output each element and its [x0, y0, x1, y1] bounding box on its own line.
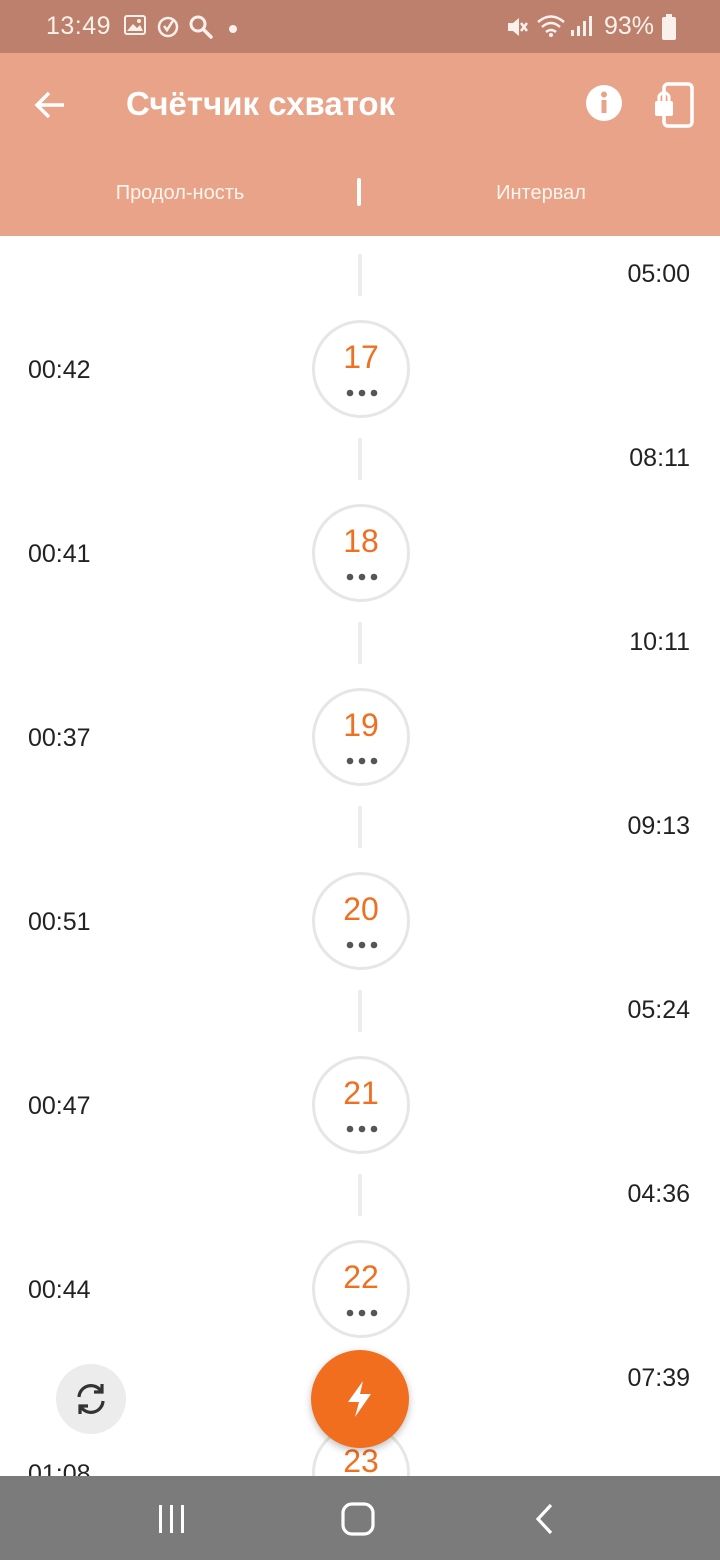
duration-value: 00:37: [28, 724, 91, 752]
recent-apps-button[interactable]: [112, 1476, 232, 1560]
arrow-left-icon: [28, 91, 72, 131]
interval-column-header: Интервал: [496, 182, 586, 204]
page-title: Счётчик схваток: [126, 85, 396, 122]
timeline-segment: [358, 254, 362, 296]
timeline-segment: [358, 438, 362, 480]
battery-percent: 93%: [604, 12, 655, 40]
battery-icon: [662, 14, 676, 45]
duration-value: 00:42: [28, 356, 91, 384]
sync-app-icon: [156, 14, 180, 43]
phone-lock-icon: [652, 82, 696, 134]
image-icon: [124, 15, 146, 40]
screen-lock-button[interactable]: [652, 80, 696, 130]
interval-value: 04:36: [627, 1180, 690, 1208]
system-nav-bar: [0, 1476, 720, 1560]
duration-value: 00:51: [28, 908, 91, 936]
more-dots-icon: [346, 384, 378, 397]
contraction-number: 17: [343, 339, 379, 375]
contraction-bubble[interactable]: 22: [312, 1240, 410, 1338]
info-icon: [584, 85, 624, 127]
home-button[interactable]: [298, 1476, 418, 1560]
timeline-segment: [358, 1174, 362, 1216]
contraction-list[interactable]: 05:00 00:42 17 08:11 00:41 18 10:11 00:3…: [0, 236, 720, 1476]
more-dots-icon: [346, 568, 378, 581]
column-divider: [357, 178, 361, 206]
more-dots-icon: [346, 1304, 378, 1317]
duration-column-header: Продол-ность: [115, 182, 245, 204]
timeline-segment: [358, 806, 362, 848]
timeline-segment: [358, 990, 362, 1032]
dot-icon: [228, 21, 238, 39]
contraction-bubble[interactable]: 20: [312, 872, 410, 970]
refresh-button[interactable]: [56, 1364, 126, 1434]
info-button[interactable]: [584, 83, 624, 123]
timeline-segment: [358, 622, 362, 664]
interval-value: 07:39: [627, 1364, 690, 1392]
contraction-number: 20: [343, 891, 379, 927]
contraction-bubble[interactable]: 19: [312, 688, 410, 786]
more-dots-icon: [346, 936, 378, 949]
contraction-number: 18: [343, 523, 379, 559]
contraction-number: 19: [343, 707, 379, 743]
app-bar: Счётчик схваток Продол-ность Интервал: [0, 53, 720, 236]
contraction-number: 21: [343, 1075, 379, 1111]
duration-value: 00:47: [28, 1092, 91, 1120]
back-button[interactable]: [28, 83, 72, 127]
contraction-bubble[interactable]: 17: [312, 320, 410, 418]
duration-value: 00:44: [28, 1276, 91, 1304]
interval-value: 05:24: [627, 996, 690, 1024]
contraction-number: 22: [343, 1259, 379, 1295]
signal-icon: [570, 15, 592, 42]
wifi-icon: [536, 14, 566, 43]
status-time: 13:49: [46, 12, 112, 40]
interval-value: 10:11: [629, 628, 690, 656]
interval-value: 09:13: [627, 812, 690, 840]
duration-value: 00:41: [28, 540, 91, 568]
contraction-bubble[interactable]: 18: [312, 504, 410, 602]
more-dots-icon: [346, 1120, 378, 1133]
search-icon: [188, 14, 214, 45]
more-dots-icon: [346, 752, 378, 765]
start-contraction-button[interactable]: [311, 1350, 409, 1448]
interval-value: 08:11: [629, 444, 690, 472]
status-bar: 13:49 93%: [0, 0, 720, 53]
interval-value: 05:00: [627, 260, 690, 288]
mute-icon: [505, 14, 529, 45]
contraction-bubble[interactable]: 21: [312, 1056, 410, 1154]
back-nav-button[interactable]: [486, 1476, 606, 1560]
duration-value: 01:08: [28, 1460, 91, 1476]
